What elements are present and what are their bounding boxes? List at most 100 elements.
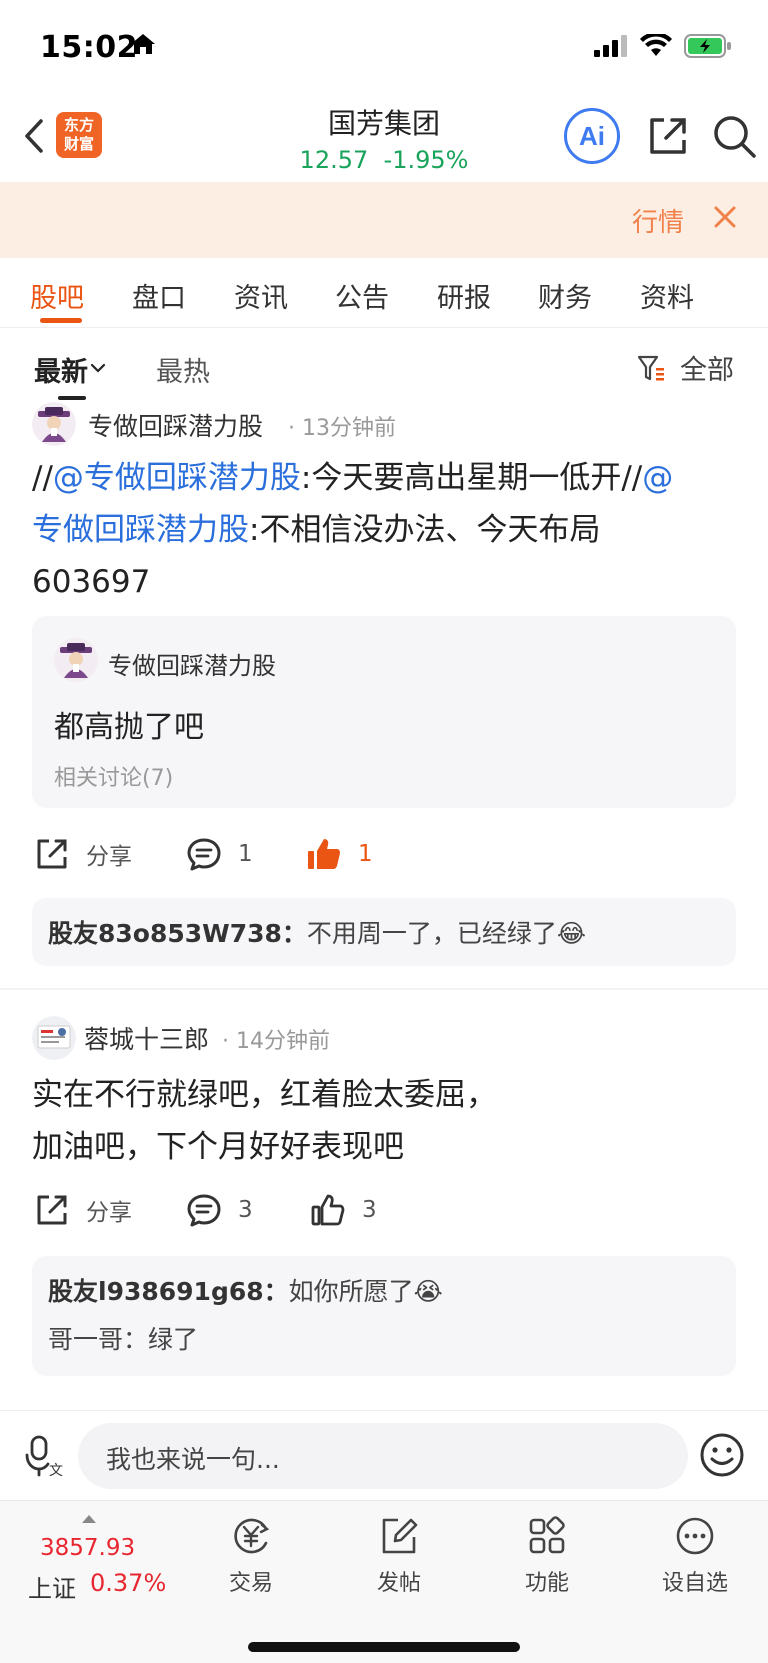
post-divider xyxy=(0,988,768,990)
share-icon xyxy=(37,839,67,869)
comment-text: 如你所愿了😭 xyxy=(288,1277,443,1306)
avatar-image xyxy=(32,1016,76,1060)
stock-price: 12.57 xyxy=(299,146,369,174)
stock-code[interactable]: 603697 xyxy=(32,564,150,600)
share-label: 分享 xyxy=(86,1200,132,1226)
tab-news[interactable]: 资讯 xyxy=(234,276,288,315)
comment-cut-line: 哥一哥：绿了 xyxy=(48,1325,199,1354)
top-comment[interactable]: 股友l938691g68：如你所愿了😭 哥一哥：绿了 xyxy=(32,1256,736,1376)
body-text: :不相信没办法、今天布局 xyxy=(249,512,601,548)
comment-count: 1 xyxy=(238,841,253,867)
sort-filter-row: 最新 最热 全部 xyxy=(0,330,768,402)
stock-change: -1.95% xyxy=(383,146,469,174)
avatar[interactable] xyxy=(32,402,76,446)
index-change: 0.37% xyxy=(90,1569,167,1597)
nav-post[interactable]: 发帖 xyxy=(344,1515,454,1597)
share-button[interactable]: 分享 xyxy=(34,836,132,872)
nav-add-watchlist[interactable]: 设自选 xyxy=(640,1515,750,1597)
quote-banner[interactable]: 行情 xyxy=(0,182,768,258)
avatar-image xyxy=(54,638,98,682)
ai-button[interactable]: Ai xyxy=(564,108,620,164)
tab-finance[interactable]: 财务 xyxy=(538,276,592,315)
active-tab-indicator xyxy=(40,318,82,323)
nav-functions[interactable]: 功能 xyxy=(492,1515,602,1597)
tab-pankou[interactable]: 盘口 xyxy=(132,276,186,315)
share-label: 分享 xyxy=(86,844,132,870)
post-body[interactable]: //@专做回踩潜力股:今天要高出星期一低开//@ 专做回踩潜力股:不相信没办法、… xyxy=(32,452,744,608)
avatar-image xyxy=(32,402,76,446)
search-icon[interactable] xyxy=(710,112,758,160)
like-count: 1 xyxy=(358,841,373,867)
close-icon[interactable] xyxy=(708,200,742,234)
comment-user[interactable]: 股友l938691g68： xyxy=(48,1277,289,1306)
home-indicator[interactable] xyxy=(248,1642,520,1652)
like-button[interactable]: 1 xyxy=(306,836,373,872)
comment-icon xyxy=(187,838,221,871)
body-text: // xyxy=(32,460,53,496)
stock-header: 东方 财富 国芳集团 12.57 -1.95% Ai xyxy=(0,100,768,182)
caret-up-icon xyxy=(82,1515,96,1523)
body-text: 实在不行就绿吧，红着脸太委屈， xyxy=(32,1077,497,1113)
battery-icon xyxy=(684,34,731,58)
comment-count: 3 xyxy=(238,1197,253,1223)
sort-latest[interactable]: 最新 xyxy=(34,350,88,389)
body-text: 加油吧，下个月好好表现吧 xyxy=(32,1129,404,1165)
post-time: · 13分钟前 xyxy=(288,416,396,441)
nav-post-label: 发帖 xyxy=(376,1571,421,1596)
quote-author[interactable]: 专做回踩潜力股 xyxy=(108,646,276,681)
post-card[interactable]: 专做回踩潜力股 · 13分钟前 //@专做回踩潜力股:今天要高出星期一低开//@… xyxy=(0,402,768,1042)
post-card[interactable]: 蓉城十三郎 · 14分钟前 实在不行就绿吧，红着脸太委屈， 加油吧，下个月好好表… xyxy=(0,1012,768,1410)
sort-hot[interactable]: 最热 xyxy=(156,350,210,389)
section-tabs: 股吧 盘口 资讯 公告 研报 财务 资料 xyxy=(0,258,768,328)
avatar[interactable] xyxy=(54,638,98,682)
home-status-icon xyxy=(131,34,155,54)
status-bar: 15:02 xyxy=(0,0,768,100)
status-indicators xyxy=(594,34,732,58)
quote-text: 都高抛了吧 xyxy=(54,710,204,745)
emoji-icon[interactable] xyxy=(698,1431,746,1479)
post-author[interactable]: 专做回踩潜力股 xyxy=(88,407,263,443)
avatar[interactable] xyxy=(32,1016,76,1060)
thumbs-up-filled-icon xyxy=(308,839,340,869)
filter-all-button[interactable]: 全部 xyxy=(636,348,734,387)
comment-user[interactable]: 股友83o853W738： xyxy=(48,919,307,948)
voice-input-icon[interactable]: 文 xyxy=(24,1433,64,1477)
like-count: 3 xyxy=(362,1197,377,1223)
index-name: 上证 xyxy=(28,1575,76,1603)
mention-link[interactable]: 专做回踩潜力股 xyxy=(32,512,249,548)
comment-button[interactable]: 3 xyxy=(186,1192,253,1228)
share-icon[interactable] xyxy=(644,112,692,160)
body-text: :今天要高出星期一低开// xyxy=(300,460,643,496)
post-body[interactable]: 实在不行就绿吧，红着脸太委屈， 加油吧，下个月好好表现吧 xyxy=(32,1069,744,1173)
related-discussion-link[interactable]: 相关讨论(7) xyxy=(54,760,173,792)
tab-guba[interactable]: 股吧 xyxy=(30,276,84,315)
mention-link[interactable]: @专做回踩潜力股 xyxy=(53,460,301,496)
filter-all-label: 全部 xyxy=(680,355,734,386)
grid-icon xyxy=(529,1516,565,1554)
share-icon xyxy=(37,1195,67,1225)
tab-profile[interactable]: 资料 xyxy=(640,276,694,315)
top-comment[interactable]: 股友83o853W738：不用周一了，已经绿了😂 xyxy=(32,898,736,966)
mention-link[interactable]: @ xyxy=(642,460,673,496)
nav-trade[interactable]: 交易 xyxy=(196,1515,306,1597)
banner-label[interactable]: 行情 xyxy=(632,202,684,239)
nav-add-watchlist-label: 设自选 xyxy=(661,1571,728,1596)
like-button[interactable]: 3 xyxy=(310,1192,377,1228)
share-button[interactable]: 分享 xyxy=(34,1192,132,1228)
nav-functions-label: 功能 xyxy=(524,1571,569,1596)
comment-input[interactable]: 我也来说一句... xyxy=(78,1423,688,1489)
filter-icon xyxy=(637,355,664,380)
sort-indicator xyxy=(58,396,86,400)
post-time: · 14分钟前 xyxy=(222,1029,330,1054)
index-value: 3857.93 xyxy=(40,1535,136,1561)
bottom-navigation: 3857.93 上证 0.37% 交易 发帖 功能 设自选 xyxy=(0,1500,768,1663)
quoted-post[interactable]: 专做回踩潜力股 都高抛了吧 相关讨论(7) xyxy=(32,616,736,808)
thumbs-up-icon xyxy=(311,1194,345,1226)
tab-announcement[interactable]: 公告 xyxy=(335,276,389,315)
post-author[interactable]: 蓉城十三郎 xyxy=(84,1020,209,1056)
edit-icon xyxy=(382,1518,418,1554)
comment-button[interactable]: 1 xyxy=(186,836,253,872)
more-icon xyxy=(676,1517,714,1555)
chevron-down-icon[interactable] xyxy=(90,362,106,374)
tab-research[interactable]: 研报 xyxy=(437,276,491,315)
